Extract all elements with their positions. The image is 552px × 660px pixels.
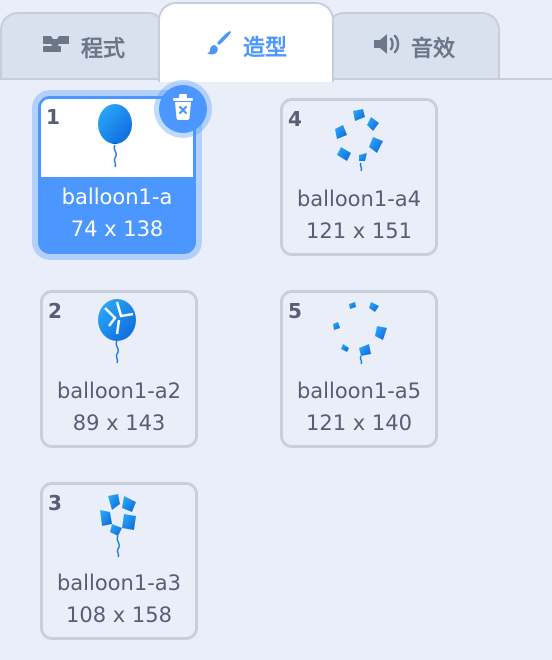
costume-item-4[interactable]: 4 balloon1-a4 121 x 151 bbox=[280, 98, 438, 256]
costume-item-1[interactable]: 1 balloon1-a 74 x 138 bbox=[38, 85, 207, 254]
costume-size: 121 x 151 bbox=[306, 219, 412, 243]
costume-size: 89 x 143 bbox=[72, 411, 166, 435]
trash-icon bbox=[170, 93, 196, 125]
costume-number: 2 bbox=[48, 299, 62, 323]
costume-item-3[interactable]: 3 balloon1-a3 108 x 158 bbox=[40, 482, 198, 640]
costume-number: 5 bbox=[288, 299, 302, 323]
costume-number: 1 bbox=[46, 105, 60, 129]
costume-name: balloon1-a3 bbox=[56, 571, 182, 595]
costume-thumbnail bbox=[43, 485, 195, 563]
tab-code[interactable]: 程式 bbox=[0, 12, 166, 80]
costume-size: 108 x 158 bbox=[66, 603, 172, 627]
costume-size: 74 x 138 bbox=[70, 217, 164, 241]
costume-list: 1 balloon1-a 74 x 138 2 balloon1-a2 89 x… bbox=[0, 82, 552, 660]
costume-name: balloon1-a2 bbox=[56, 379, 182, 403]
delete-costume-button[interactable] bbox=[159, 85, 207, 133]
tab-sounds[interactable]: 音效 bbox=[326, 12, 500, 80]
costume-thumbnail bbox=[43, 293, 195, 371]
paintbrush-icon bbox=[205, 29, 233, 63]
costume-name: balloon1-a4 bbox=[296, 187, 422, 211]
tab-sounds-label: 音效 bbox=[410, 37, 455, 62]
costume-name: balloon1-a bbox=[61, 185, 173, 209]
speaker-icon bbox=[371, 32, 401, 62]
editor-tab-bar: 程式 音效 造型 bbox=[0, 0, 552, 82]
costume-size: 121 x 140 bbox=[306, 411, 412, 435]
costume-number: 4 bbox=[288, 107, 302, 131]
code-icon bbox=[41, 33, 71, 61]
costume-item-2[interactable]: 2 balloon1-a2 89 x 143 bbox=[40, 290, 198, 448]
tab-costumes[interactable]: 造型 bbox=[158, 2, 334, 82]
tab-code-label: 程式 bbox=[80, 37, 125, 62]
costume-name: balloon1-a5 bbox=[296, 379, 422, 403]
costume-thumbnail bbox=[283, 293, 435, 371]
tab-costumes-label: 造型 bbox=[242, 36, 287, 61]
costume-item-5[interactable]: 5 balloon1-a5 121 x 140 bbox=[280, 290, 438, 448]
costume-thumbnail bbox=[283, 101, 435, 179]
costume-number: 3 bbox=[48, 491, 62, 515]
